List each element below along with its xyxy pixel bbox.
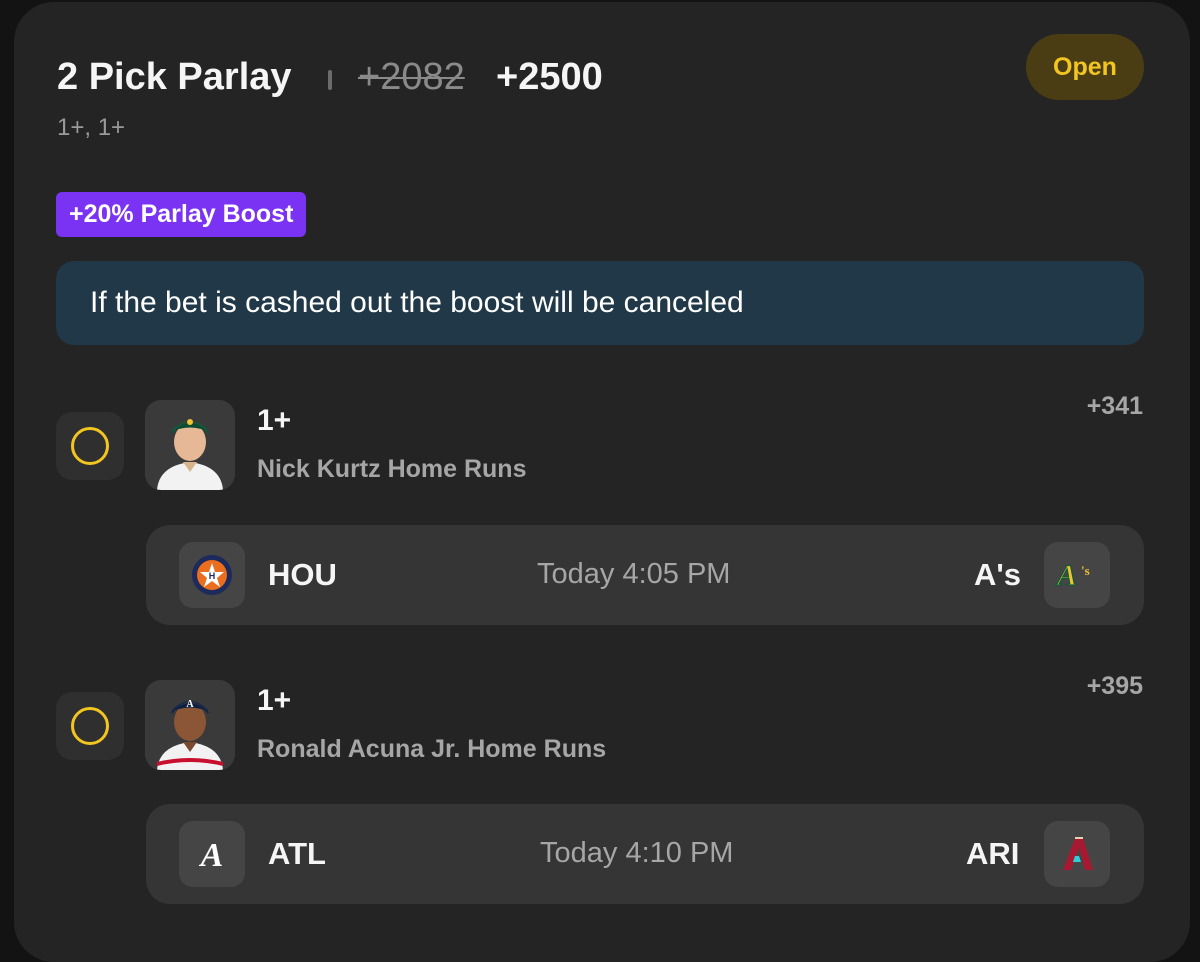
diamondbacks-logo-icon xyxy=(1063,837,1093,870)
pick-description: Ronald Acuna Jr. Home Runs xyxy=(257,735,607,763)
parlay-title: 2 Pick Parlay xyxy=(57,56,292,98)
pick-odds: +341 xyxy=(1086,392,1143,420)
astros-logo-icon: H xyxy=(192,555,232,595)
pending-circle-icon xyxy=(71,427,109,465)
home-team: ARI xyxy=(966,836,1020,871)
player-headshot-braves: A xyxy=(145,680,235,770)
boost-notice-text: If the bet is cashed out the boost will … xyxy=(90,286,744,319)
player-headshot: A xyxy=(145,680,235,770)
game-time: Today 4:10 PM xyxy=(540,837,734,869)
home-team: A's xyxy=(974,557,1021,592)
pick-status-indicator xyxy=(56,412,124,480)
parlay-boost-badge: +20% Parlay Boost xyxy=(56,192,307,237)
parlay-subtitle: 1+, 1+ xyxy=(57,114,126,141)
svg-text:A: A xyxy=(1055,559,1077,592)
player-headshot xyxy=(145,400,235,490)
pending-circle-icon xyxy=(71,707,109,745)
pick-description: Nick Kurtz Home Runs xyxy=(257,455,527,483)
boost-notice: If the bet is cashed out the boost will … xyxy=(56,261,1144,345)
home-team-logo xyxy=(1044,821,1110,887)
original-odds: +2082 xyxy=(358,56,465,98)
game-time: Today 4:05 PM xyxy=(537,558,731,590)
pick-line: 1+ xyxy=(257,404,292,437)
status-badge: Open xyxy=(1026,34,1144,100)
home-team-logo: A 's xyxy=(1044,542,1110,608)
away-team: HOU xyxy=(268,557,337,592)
pick-odds: +395 xyxy=(1086,672,1143,700)
svg-text:A: A xyxy=(199,837,224,874)
svg-text:'s: 's xyxy=(1081,563,1090,578)
boosted-odds: +2500 xyxy=(496,56,603,98)
title-separator xyxy=(328,70,332,90)
pick-status-indicator xyxy=(56,692,124,760)
pick-line: 1+ xyxy=(257,684,292,717)
away-team-logo: H xyxy=(179,542,245,608)
svg-text:A: A xyxy=(186,699,194,710)
braves-logo-icon: A xyxy=(199,837,224,874)
away-team-logo: A xyxy=(179,821,245,887)
player-headshot-athletics xyxy=(145,400,235,490)
svg-text:H: H xyxy=(209,571,216,581)
athletics-logo-icon: A 's xyxy=(1054,558,1090,592)
away-team: ATL xyxy=(268,836,326,871)
